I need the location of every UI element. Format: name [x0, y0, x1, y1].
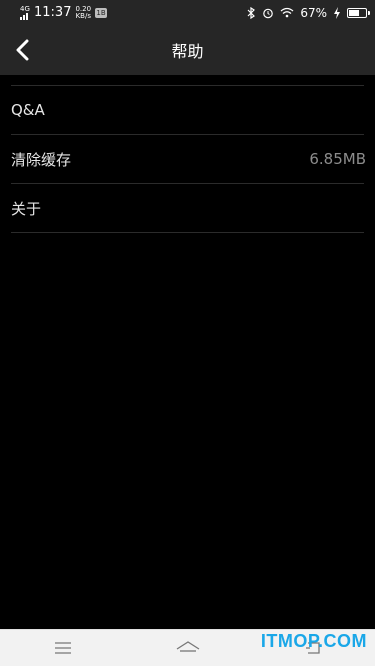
signal-icon	[20, 12, 28, 20]
home-button[interactable]	[168, 633, 208, 663]
cache-size: 6.85MB	[309, 150, 366, 168]
help-menu: Q&A 清除缓存 6.85MB 关于	[0, 85, 375, 233]
notification-badge: 1B	[95, 7, 108, 18]
alarm-icon	[263, 8, 274, 18]
charging-icon	[334, 6, 340, 19]
network-indicator: 4G	[20, 4, 30, 20]
menu-item-label: 清除缓存	[11, 150, 72, 169]
bluetooth-icon	[247, 6, 256, 19]
battery-percent: 67%	[300, 5, 327, 20]
network-type: 4G	[20, 4, 30, 13]
back-button[interactable]	[10, 37, 36, 63]
home-icon	[176, 641, 199, 652]
clock: 11:37	[34, 5, 72, 20]
menu-icon	[54, 642, 71, 654]
chevron-left-icon	[16, 39, 29, 61]
menu-item-clear-cache[interactable]: 清除缓存 6.85MB	[11, 135, 366, 184]
menu-button[interactable]	[43, 633, 83, 663]
battery-fill	[349, 9, 359, 16]
menu-item-about[interactable]: 关于	[11, 184, 364, 233]
watermark: ITMOP.COM	[260, 631, 367, 651]
top-bar: 帮助	[0, 25, 375, 75]
menu-item-qa[interactable]: Q&A	[11, 86, 364, 135]
speed-unit: KB/s	[75, 11, 91, 20]
battery-icon	[347, 7, 370, 18]
page-title: 帮助	[171, 42, 204, 61]
status-bar: 4G 11:37 0.20 KB/s 1B 67%	[0, 0, 375, 25]
menu-item-label: Q&A	[11, 101, 45, 119]
wifi-icon	[280, 7, 294, 18]
network-speed: 0.20 KB/s	[75, 5, 91, 20]
menu-item-label: 关于	[11, 199, 42, 218]
